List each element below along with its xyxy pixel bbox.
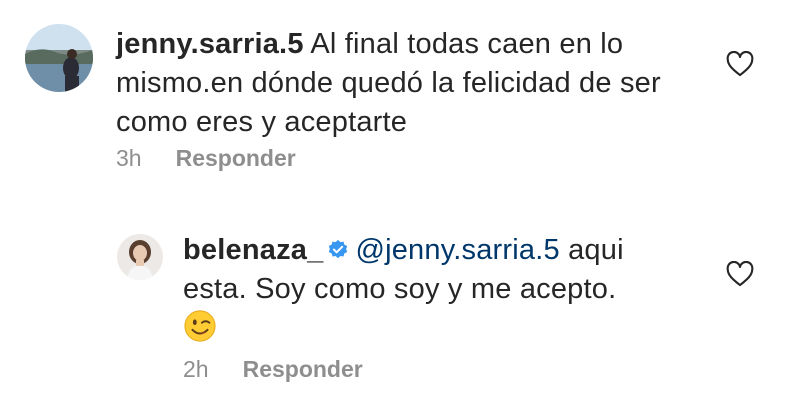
comment-username[interactable]: belenaza_ [183,234,323,266]
avatar-photo [25,24,93,92]
avatar-photo [117,234,163,280]
mention-link[interactable]: @jenny.sarria.5 [355,234,559,266]
like-heart-icon[interactable] [726,51,754,77]
winking-face-emoji-icon [184,310,216,342]
comment-time: 3h [116,145,142,171]
comment-time: 2h [183,356,209,382]
comment-text: belenaza_ @jenny.sarria.5 aqui esta. Soy… [183,231,683,348]
like-heart-icon[interactable] [726,261,754,287]
reply-button[interactable]: Responder [176,145,296,171]
verified-badge-icon [329,239,348,259]
avatar[interactable] [25,24,93,92]
comment-meta: 2h Responder [183,355,363,383]
comment-username[interactable]: jenny.sarria.5 [116,28,304,60]
comment-item: jenny.sarria.5 Al final todas caen en lo… [0,0,800,190]
comment-meta: 3h Responder [116,144,296,172]
avatar[interactable] [117,234,163,280]
reply-comment-item: belenaza_ @jenny.sarria.5 aqui esta. Soy… [0,200,800,416]
comment-text: jenny.sarria.5 Al final todas caen en lo… [116,25,676,142]
reply-button[interactable]: Responder [243,356,363,382]
